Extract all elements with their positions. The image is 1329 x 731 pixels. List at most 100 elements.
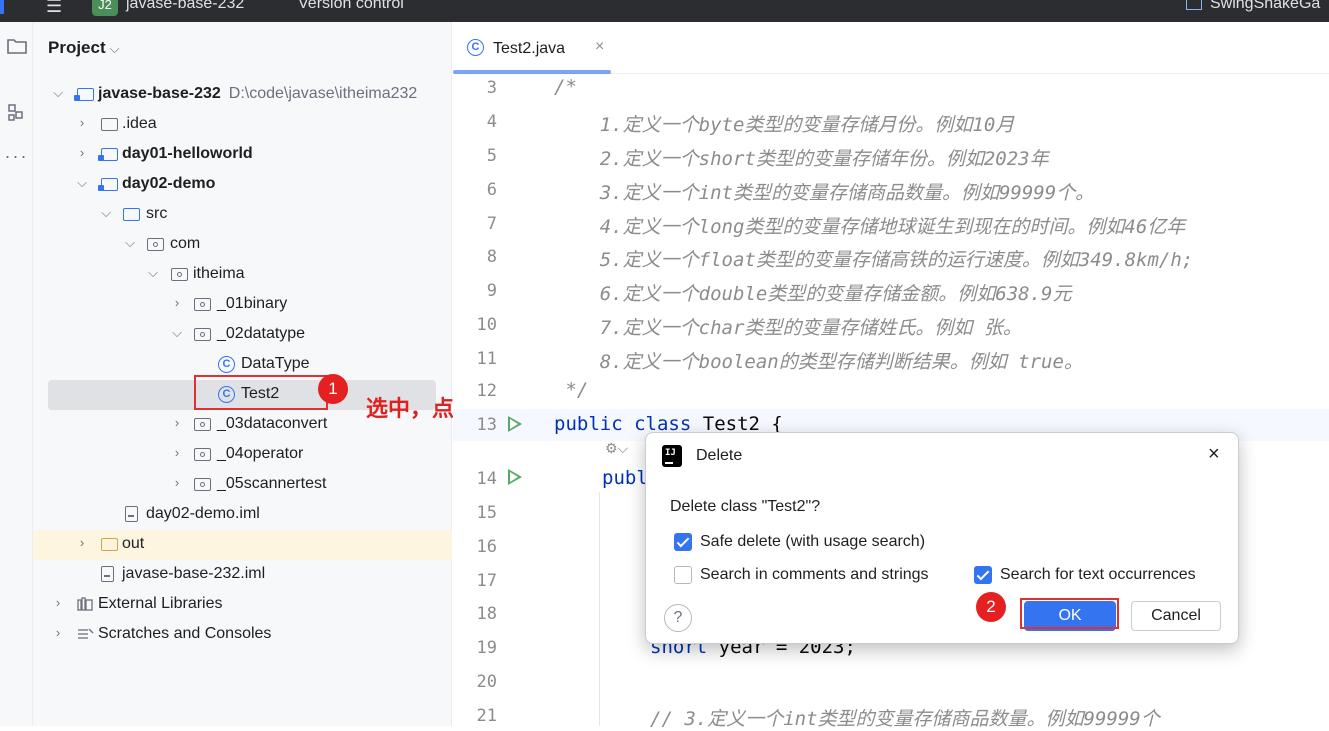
code-line: 3.定义一个int类型的变量存储商品数量。例如99999个。 bbox=[554, 182, 1095, 204]
run-class-icon[interactable] bbox=[508, 416, 522, 432]
chevron-down-icon[interactable]: ⌵ bbox=[123, 235, 137, 251]
chevron-right-icon[interactable]: › bbox=[75, 115, 89, 130]
line-number: 12 bbox=[476, 381, 497, 401]
chevron-down-icon[interactable]: ⌵ bbox=[75, 175, 89, 191]
module-folder-icon bbox=[74, 88, 94, 101]
delete-dialog: IJ Delete × Delete class "Test2"? Safe d… bbox=[645, 432, 1239, 644]
chevron-down-icon: ⌵ bbox=[109, 41, 120, 56]
tree-row-itheima[interactable]: ⌵ itheima bbox=[33, 260, 452, 290]
step-marker-1: 1 bbox=[318, 374, 348, 404]
line-number: 7 bbox=[486, 214, 497, 234]
code-line: 6.定义一个double类型的变量存储金额。例如638.9元 bbox=[554, 283, 1072, 305]
tree-label: _02datatype bbox=[217, 325, 306, 342]
tree-row-04operator[interactable]: › _04operator bbox=[33, 440, 452, 470]
search-comments-checkbox[interactable] bbox=[674, 566, 692, 584]
version-control-menu[interactable]: Version control bbox=[298, 0, 404, 13]
line-number: 10 bbox=[476, 315, 497, 335]
tree-row-root-iml[interactable]: javase-base-232.iml bbox=[33, 560, 452, 590]
app-logo-icon bbox=[0, 0, 4, 14]
code-line: /* bbox=[554, 76, 577, 98]
safe-delete-label[interactable]: Safe delete (with usage search) bbox=[700, 533, 925, 551]
tree-label: _03dataconvert bbox=[217, 415, 328, 432]
run-config-label: SwingSnakeGa bbox=[1210, 0, 1321, 12]
project-selector[interactable]: javase-base-232 bbox=[126, 0, 244, 13]
intellij-logo-icon: IJ bbox=[660, 443, 684, 469]
code-line: */ bbox=[554, 379, 589, 401]
line-number: 6 bbox=[486, 180, 497, 200]
chevron-right-icon[interactable]: › bbox=[75, 145, 89, 160]
editor-tab-bar: C Test2.java × bbox=[453, 22, 1329, 74]
line-number: 9 bbox=[486, 281, 497, 301]
project-folder-icon[interactable] bbox=[0, 36, 33, 61]
chevron-down-icon[interactable]: ⌵ bbox=[170, 325, 184, 341]
tree-label: Scratches and Consoles bbox=[98, 625, 272, 642]
tree-row-com[interactable]: ⌵ com bbox=[33, 230, 452, 260]
tree-row-project-root[interactable]: ⌵ javase-base-232 D:\code\javase\itheima2… bbox=[33, 80, 452, 110]
chevron-right-icon[interactable]: › bbox=[170, 475, 184, 490]
chevron-down-icon[interactable]: ⌵ bbox=[51, 85, 65, 101]
tree-row-src[interactable]: ⌵ src bbox=[33, 200, 452, 230]
run-config-selector[interactable]: SwingSnakeGa bbox=[1186, 0, 1320, 13]
tree-row-05scannertest[interactable]: › _05scannertest bbox=[33, 470, 452, 500]
safe-delete-checkbox[interactable] bbox=[674, 533, 692, 551]
tree-label: javase-base-232.iml bbox=[122, 565, 266, 582]
package-icon bbox=[194, 328, 211, 341]
cancel-button[interactable]: Cancel bbox=[1131, 601, 1221, 631]
tree-label: _05scannertest bbox=[217, 475, 327, 492]
line-number: 5 bbox=[486, 146, 497, 166]
tree-label: _01binary bbox=[217, 295, 288, 312]
search-comments-label[interactable]: Search in comments and strings bbox=[700, 566, 929, 584]
tree-label: out bbox=[122, 535, 145, 552]
module-folder-icon bbox=[98, 178, 118, 191]
search-text-label[interactable]: Search for text occurrences bbox=[1000, 566, 1196, 584]
code-line: publ bbox=[602, 467, 648, 489]
active-tab-indicator bbox=[453, 70, 611, 74]
project-panel-title[interactable]: Project ⌵ bbox=[48, 38, 120, 58]
close-icon[interactable]: × bbox=[1208, 443, 1220, 466]
chevron-right-icon[interactable]: › bbox=[170, 415, 184, 430]
tree-row-external-libraries[interactable]: › External Libraries bbox=[33, 590, 452, 620]
step-marker-2: 2 bbox=[976, 592, 1006, 622]
tree-row-01binary[interactable]: › _01binary bbox=[33, 290, 452, 320]
tree-row-02datatype[interactable]: ⌵ _02datatype bbox=[33, 320, 452, 350]
chevron-right-icon[interactable]: › bbox=[170, 445, 184, 460]
chevron-right-icon[interactable]: › bbox=[51, 595, 65, 610]
line-number: 20 bbox=[476, 672, 497, 692]
tree-label: itheima bbox=[193, 265, 245, 282]
highlight-box-test2 bbox=[194, 375, 328, 410]
code-line: 7.定义一个char类型的变量存储姓氏。例如 张。 bbox=[554, 317, 1022, 339]
code-line: 4.定义一个long类型的变量存储地球诞生到现在的时间。例如46亿年 bbox=[554, 216, 1186, 238]
tree-row-idea[interactable]: › .idea bbox=[33, 110, 452, 140]
tree-row-day02-iml[interactable]: day02-demo.iml bbox=[33, 500, 452, 530]
tree-row-day01[interactable]: › day01-helloworld bbox=[33, 140, 452, 170]
package-icon bbox=[194, 448, 211, 461]
tree-row-day02[interactable]: ⌵ day02-demo bbox=[33, 170, 452, 200]
structure-icon[interactable] bbox=[0, 102, 33, 129]
tree-row-out[interactable]: › out bbox=[33, 530, 452, 560]
tree-row-scratches[interactable]: › Scratches and Consoles bbox=[33, 620, 452, 650]
tree-label: com bbox=[170, 235, 201, 252]
more-tools-icon[interactable]: ··· bbox=[0, 146, 33, 167]
project-panel-title-text: Project bbox=[48, 38, 106, 57]
chevron-right-icon[interactable]: › bbox=[51, 625, 65, 640]
line-number: 4 bbox=[486, 112, 497, 132]
chevron-right-icon[interactable]: › bbox=[75, 535, 89, 550]
dialog-title: Delete bbox=[696, 447, 743, 464]
chevron-right-icon[interactable]: › bbox=[170, 295, 184, 310]
help-icon[interactable]: ? bbox=[664, 604, 692, 632]
tree-path: D:\code\javase\itheima232 bbox=[228, 85, 418, 102]
tree-label: .idea bbox=[122, 115, 157, 132]
search-text-checkbox[interactable] bbox=[974, 566, 992, 584]
code-line: 8.定义一个boolean的类型存储判断结果。例如 true。 bbox=[554, 351, 1083, 373]
inlay-hint-icon[interactable]: ⚙⌵ bbox=[605, 440, 628, 457]
code-line: // 3.定义一个int类型的变量存储商品数量。例如99999个 bbox=[650, 708, 1160, 730]
chevron-down-icon[interactable]: ⌵ bbox=[146, 265, 160, 281]
project-badge[interactable]: J2 bbox=[92, 0, 118, 16]
code-line: 1.定义一个byte类型的变量存储月份。例如10月 bbox=[554, 114, 1015, 136]
run-main-icon[interactable] bbox=[508, 469, 522, 485]
library-icon bbox=[77, 597, 93, 611]
close-icon[interactable]: × bbox=[595, 38, 604, 56]
main-menu-icon[interactable]: ☰ bbox=[46, 0, 66, 17]
excluded-folder-icon bbox=[101, 538, 118, 551]
chevron-down-icon[interactable]: ⌵ bbox=[99, 205, 113, 221]
